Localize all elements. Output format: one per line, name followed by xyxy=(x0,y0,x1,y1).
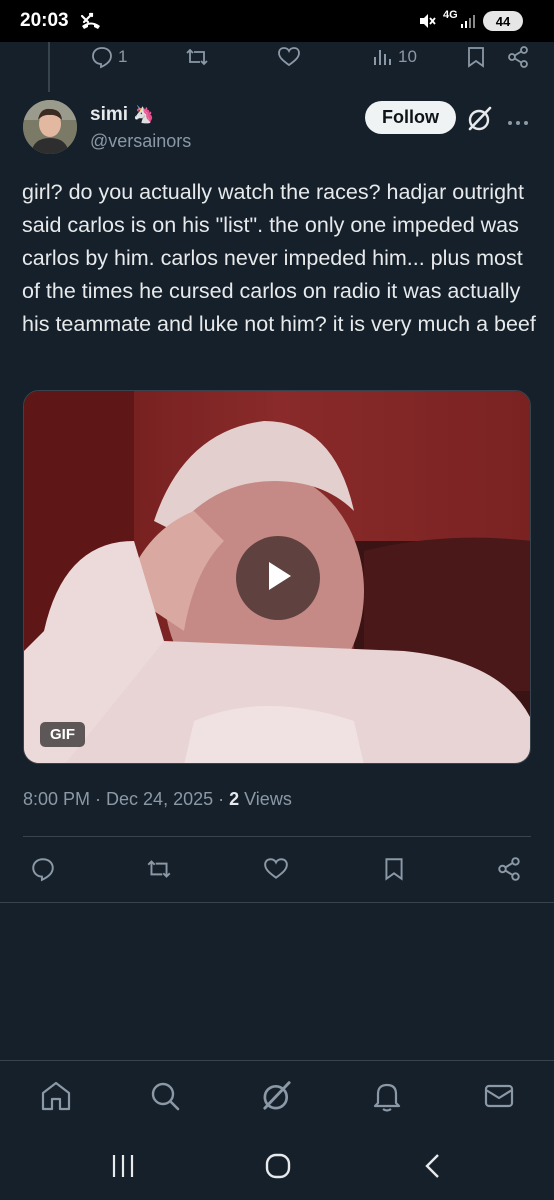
status-time: 20:03 xyxy=(20,10,69,31)
nav-search[interactable] xyxy=(148,1079,182,1118)
parent-share-button[interactable] xyxy=(506,45,530,69)
battery-level: 44 xyxy=(495,13,511,29)
share-button[interactable] xyxy=(496,856,522,882)
reply-icon xyxy=(30,856,56,882)
bell-icon xyxy=(370,1083,404,1117)
call-icon xyxy=(80,12,102,35)
parent-views-button[interactable]: 10 xyxy=(372,45,417,69)
bookmark-icon xyxy=(465,45,487,69)
reply-button[interactable] xyxy=(30,856,56,882)
display-name-text: simi xyxy=(90,104,129,125)
views-icon xyxy=(372,45,394,69)
back-button[interactable] xyxy=(420,1152,446,1185)
divider xyxy=(0,902,554,903)
like-button[interactable] xyxy=(263,856,289,882)
parent-reply-count: 1 xyxy=(118,47,128,66)
recent-apps-icon xyxy=(110,1155,136,1184)
bookmark-icon xyxy=(382,856,406,882)
parent-bookmark-button[interactable] xyxy=(465,45,487,69)
parent-like-button[interactable] xyxy=(277,45,301,69)
grok-icon[interactable] xyxy=(466,105,494,138)
back-icon xyxy=(420,1154,446,1184)
signal-icon xyxy=(460,13,478,34)
user-handle[interactable]: @versainors xyxy=(90,131,191,152)
recent-apps-button[interactable] xyxy=(110,1152,136,1185)
nav-messages[interactable] xyxy=(482,1079,516,1118)
retweet-icon xyxy=(145,856,173,882)
follow-button[interactable]: Follow xyxy=(365,101,456,134)
play-icon xyxy=(261,558,295,599)
mute-icon xyxy=(418,12,436,35)
system-nav-bar xyxy=(0,1134,554,1200)
heart-icon xyxy=(277,45,301,69)
share-icon xyxy=(496,856,522,882)
tweet-media-gif[interactable]: GIF xyxy=(23,390,531,764)
timestamp: 8:00 PM · Dec 24, 2025 · xyxy=(23,789,230,809)
name-emoji: 🦄 xyxy=(133,105,155,124)
network-label: 4G xyxy=(443,9,458,21)
gif-badge: GIF xyxy=(40,722,85,747)
views-label: Views xyxy=(239,789,292,809)
display-name[interactable]: simi 🦄 xyxy=(90,104,154,126)
nav-notifications[interactable] xyxy=(370,1079,404,1118)
retweet-button[interactable] xyxy=(145,856,173,882)
bottom-nav xyxy=(0,1060,554,1134)
divider xyxy=(23,836,531,837)
bookmark-button[interactable] xyxy=(382,856,406,882)
parent-reply-button[interactable]: 1 xyxy=(90,45,127,69)
avatar[interactable] xyxy=(23,100,77,154)
search-icon xyxy=(148,1082,182,1117)
circle-icon xyxy=(264,1153,292,1184)
grok-icon xyxy=(260,1081,294,1117)
nav-home[interactable] xyxy=(39,1079,73,1118)
tweet-meta: 8:00 PM · Dec 24, 2025 · 2 Views xyxy=(23,789,292,810)
reply-icon xyxy=(90,45,114,69)
more-icon[interactable] xyxy=(506,114,530,132)
heart-icon xyxy=(263,856,289,882)
thread-line xyxy=(48,42,50,92)
retweet-icon xyxy=(184,45,210,69)
parent-retweet-button[interactable] xyxy=(184,45,210,69)
play-button[interactable] xyxy=(236,536,320,620)
tweet-text: girl? do you actually watch the races? h… xyxy=(22,180,536,336)
home-system-button[interactable] xyxy=(264,1152,292,1185)
views-count: 2 xyxy=(229,789,240,809)
battery-indicator: 44 xyxy=(483,11,523,31)
nav-grok[interactable] xyxy=(260,1079,294,1118)
status-bar: 20:03 4G 44 xyxy=(0,0,554,42)
mail-icon xyxy=(482,1084,516,1117)
share-icon xyxy=(506,45,530,69)
parent-views-count: 10 xyxy=(398,47,417,66)
home-icon xyxy=(39,1081,73,1117)
